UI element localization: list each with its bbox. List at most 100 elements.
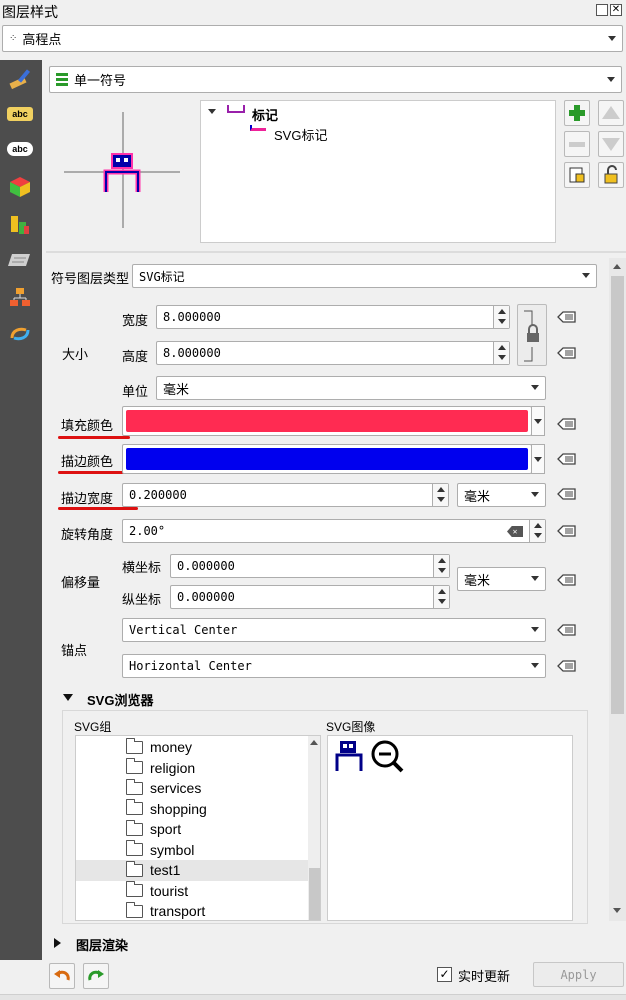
offset-x-spin-arrows[interactable] [433,555,449,577]
svg-group-item[interactable]: money [76,737,308,758]
live-update-checkbox[interactable]: ✓ [437,967,452,982]
width-data-defined-override-icon[interactable] [556,306,578,328]
groups-scrollbar-thumb[interactable] [309,868,320,920]
lock-aspect-ratio-button[interactable] [517,304,547,366]
stroke-width-spinbox[interactable]: 0.200000 [122,483,449,507]
offset-x-spinbox[interactable]: 0.000000 [170,554,450,578]
float-window-icon[interactable] [596,4,608,16]
move-up-button[interactable] [598,100,624,126]
fill-color-button[interactable] [122,406,532,436]
svg-browser-collapse-icon[interactable] [63,694,73,701]
svg-group-item[interactable]: symbol [76,840,308,861]
svg-group-item[interactable]: shopping [76,799,308,820]
folder-icon [126,778,143,795]
window-title: 图层样式 [2,4,58,20]
duplicate-layer-button[interactable] [564,162,590,188]
single-symbol-icon [56,72,68,87]
clear-value-icon[interactable]: ✕ [507,526,523,537]
stroke-color-swatch [126,448,528,470]
stroke-color-button[interactable] [122,444,532,474]
size-unit-select[interactable]: 毫米 [156,376,546,400]
dependencies-icon[interactable] [8,322,32,346]
rotation-spin-arrows[interactable] [529,520,545,542]
rotation-spinbox[interactable]: 2.00° ✕ [122,519,546,543]
layer-rendering-expand-icon[interactable] [54,938,61,948]
anchor-horizontal-select[interactable]: Horizontal Center [122,654,546,678]
folder-icon [126,737,143,754]
diagrams-icon[interactable] [9,212,31,236]
fill-color-label: 填充颜色 [61,418,114,433]
svg-groups-list[interactable]: money religion services shopping sport symbol… [75,735,321,921]
3d-view-cube-icon[interactable] [9,176,31,198]
svg-group-item[interactable]: tourist [76,881,308,902]
svg-group-item[interactable]: sport [76,819,308,840]
offset-y-spin-arrows[interactable] [433,586,449,608]
offset-y-spinbox[interactable]: 0.000000 [170,585,450,609]
collapse-arrow-icon[interactable] [208,109,216,114]
svg-group-item[interactable]: religion [76,758,308,779]
svg-image-robot-icon[interactable] [333,739,365,773]
lock-layer-button[interactable] [598,162,624,188]
fill-color-data-defined-override-icon[interactable] [556,413,578,435]
svg-image-zoom-out-icon[interactable] [370,739,404,773]
add-symbol-layer-button[interactable] [564,100,590,126]
status-bar-strip [0,994,626,1000]
stroke-width-data-defined-override-icon[interactable] [556,483,578,505]
stroke-color-label: 描边颜色 [61,454,114,469]
height-data-defined-override-icon[interactable] [556,342,578,364]
vertical-scrollbar[interactable] [609,258,626,921]
groups-scrollbar[interactable] [308,736,320,920]
renderer-select[interactable]: 单一符号 [49,66,622,93]
offset-y-label: 纵坐标 [122,592,162,607]
width-spin-arrows[interactable] [493,306,509,328]
apply-button[interactable]: Apply [533,962,624,987]
offset-data-defined-override-icon[interactable] [556,569,578,591]
fields-icon[interactable] [8,252,32,268]
undo-button[interactable] [49,963,75,989]
tree-row-marker[interactable]: 标记 [201,102,555,123]
folder-icon [126,901,143,918]
svg-group-item[interactable]: test1 [76,860,308,881]
labels-abc-icon[interactable]: abc [7,107,33,121]
svg-group-item[interactable]: services [76,778,308,799]
layer-rendering-title[interactable]: 图层渲染 [76,935,128,954]
rotation-data-defined-override-icon[interactable] [556,520,578,542]
svg-marker-layer-icon [250,125,266,131]
stroke-width-unit-select[interactable]: 毫米 [457,483,546,507]
svg-images-grid[interactable] [327,735,573,921]
close-window-icon[interactable]: ✕ [610,4,622,16]
svg-groups-header: SVG组 [74,720,112,734]
move-down-button[interactable] [598,131,624,157]
height-spin-arrows[interactable] [493,342,509,364]
height-spinbox[interactable]: 8.000000 [156,341,510,365]
stroke-width-spin-arrows[interactable] [432,484,448,506]
metadata-icon[interactable] [8,286,32,310]
svg-browser-title[interactable]: SVG浏览器 [87,690,153,709]
anchor-vertical-value: Vertical Center [129,623,238,637]
stroke-color-dropdown[interactable] [531,444,545,474]
offset-unit-select[interactable]: 毫米 [457,567,546,591]
marker-symbol-icon [227,105,245,113]
symbol-layer-type-select[interactable]: SVG标记 [132,264,597,288]
anchor-vertical-data-defined-override-icon[interactable] [556,619,578,641]
stroke-width-underline [58,507,138,510]
width-label: 宽度 [122,313,149,328]
apply-label: Apply [560,967,597,982]
width-spinbox[interactable]: 8.000000 [156,305,510,329]
anchor-horizontal-data-defined-override-icon[interactable] [556,655,578,677]
point-layer-icon: ⁘ [9,33,18,44]
masks-abc-icon[interactable]: abc [7,142,33,156]
redo-button[interactable] [83,963,109,989]
stroke-color-data-defined-override-icon[interactable] [556,448,578,470]
anchor-vertical-select[interactable]: Vertical Center [122,618,546,642]
layer-select[interactable]: ⁘ 高程点 [2,25,623,52]
remove-symbol-layer-button[interactable] [564,131,590,157]
scrollbar-thumb[interactable] [611,276,624,714]
symbology-brush-icon[interactable] [8,66,38,90]
svg-group-label: services [150,780,202,797]
height-label: 高度 [122,349,149,364]
splitter[interactable] [46,251,626,253]
svg-group-item[interactable]: transport [76,901,308,920]
fill-color-dropdown[interactable] [531,406,545,436]
tree-row-svg-marker[interactable]: SVG标记 [201,122,555,143]
